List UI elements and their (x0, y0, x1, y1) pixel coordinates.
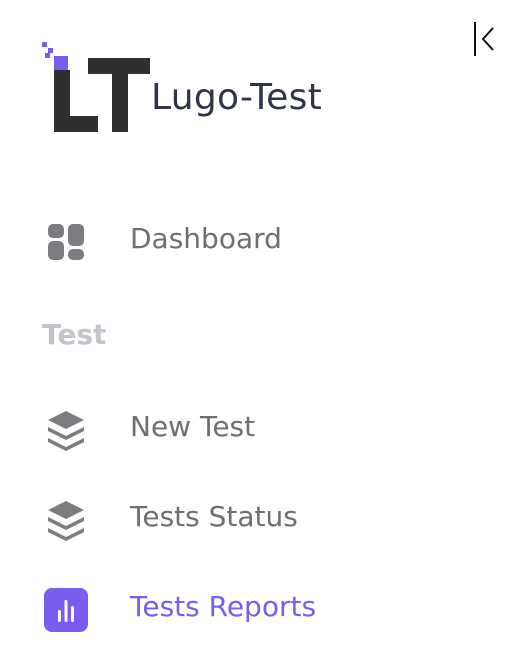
layers-icon (48, 501, 84, 541)
nav-item-tests-reports[interactable]: Tests Reports (40, 580, 460, 636)
collapse-sidebar-button[interactable] (471, 20, 499, 58)
brand-name: Lugo-Test (151, 77, 323, 118)
layers-icon (48, 411, 84, 451)
sidebar: Lugo-Test Dashboard Test New Test Tests … (0, 0, 509, 661)
nav-label-tests-reports: Tests Reports (130, 590, 317, 623)
nav-item-new-test[interactable]: New Test (40, 400, 460, 456)
nav-item-tests-status[interactable]: Tests Status (40, 490, 460, 546)
logo-mark (42, 42, 150, 132)
bar-chart-icon (44, 588, 88, 632)
nav-label-dashboard: Dashboard (130, 222, 282, 255)
section-title-test: Test (42, 318, 107, 351)
nav-label-new-test: New Test (130, 410, 256, 443)
nav-item-dashboard[interactable]: Dashboard (40, 212, 460, 268)
collapse-left-icon (474, 22, 494, 56)
nav-label-tests-status: Tests Status (130, 500, 298, 533)
brand-logo[interactable]: Lugo-Test (40, 40, 360, 136)
dashboard-grid-icon (48, 224, 84, 260)
